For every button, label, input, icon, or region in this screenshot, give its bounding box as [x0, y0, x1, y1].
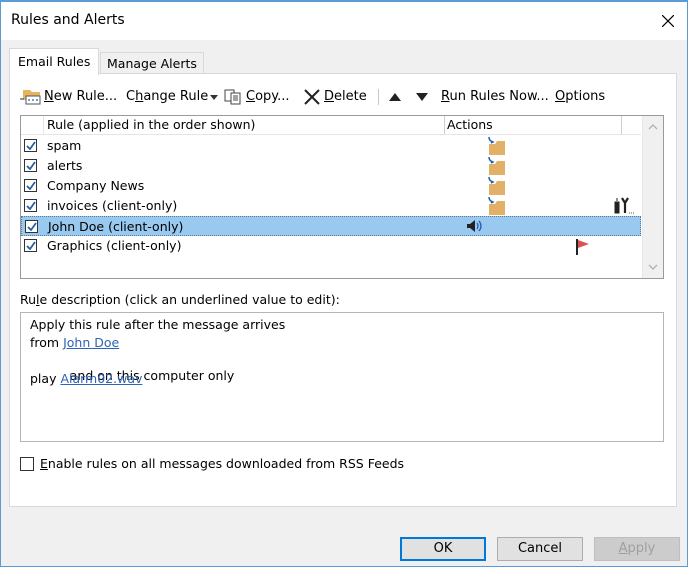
desc-label-prefix: Ru [20, 292, 37, 307]
close-button[interactable] [655, 8, 681, 34]
tab-email-rules[interactable]: Email Rules [9, 48, 100, 75]
rss-checkbox[interactable] [20, 457, 34, 471]
run-rules-label: un Rules Now... [449, 89, 549, 104]
apply-button[interactable]: Apply [594, 537, 680, 561]
delete-x-icon [304, 89, 320, 105]
rule-name: Graphics (client-only) [47, 238, 182, 253]
dialog-title: Rules and Alerts [11, 12, 125, 28]
options-label: ptions [565, 89, 606, 104]
checkmark-icon [27, 222, 37, 231]
rules-list[interactable]: Rule (applied in the order shown) Action… [20, 115, 664, 279]
play-sound-icon [467, 220, 482, 232]
apply-label: pply [627, 541, 656, 556]
rules-list-scrollbar[interactable] [642, 116, 663, 278]
toolbar-separator [378, 89, 379, 105]
change-rule-label: ange Rule [143, 89, 209, 104]
rule-name: alerts [47, 158, 83, 173]
description-text: play [30, 371, 61, 386]
new-rule-label: ew Rule... [53, 89, 118, 104]
move-down-button[interactable] [415, 86, 429, 108]
move-up-icon [389, 93, 401, 101]
checkmark-icon [26, 201, 36, 210]
rule-checkbox[interactable] [24, 199, 37, 212]
delete-accel: D [324, 89, 335, 104]
new-rule-icon [20, 90, 41, 105]
rule-name: John Doe (client-only) [48, 219, 184, 234]
scroll-up-icon[interactable] [648, 122, 658, 132]
scroll-down-icon[interactable] [648, 262, 658, 272]
rule-checkbox[interactable] [24, 239, 37, 252]
rule-checkbox[interactable] [24, 139, 37, 152]
description-line: play Alarm02.wav [30, 371, 142, 386]
options-accel: O [555, 89, 566, 104]
sender-link[interactable]: John Doe [63, 335, 119, 350]
desc-label-rest: e description (click an underlined value… [39, 292, 340, 307]
move-to-folder-icon [488, 196, 505, 215]
rule-row[interactable]: alerts [21, 156, 641, 176]
header-filler [621, 116, 642, 134]
description-text: Apply this rule after the message arrive… [30, 317, 286, 332]
rule-description-box: Apply this rule after the message arrive… [20, 312, 664, 442]
change-rule-prefix: C [126, 89, 136, 104]
cancel-button[interactable]: Cancel [497, 537, 583, 561]
rules-and-alerts-dialog: Rules and Alerts Email Rules Manage Aler… [0, 0, 688, 567]
dropdown-arrow-icon [210, 95, 218, 100]
tab-manage-alerts[interactable]: Manage Alerts [100, 52, 204, 74]
checkmark-icon [26, 141, 36, 150]
rule-description-label: Rule description (click an underlined va… [20, 292, 340, 307]
checkmark-icon [26, 241, 36, 250]
description-line: Apply this rule after the message arrive… [30, 317, 285, 332]
rule-name: spam [47, 138, 82, 153]
options-button[interactable]: Options [555, 86, 605, 108]
copy-accel: C [246, 89, 256, 104]
rss-checkbox-label: Enable rules on all messages downloaded … [40, 456, 404, 471]
run-rules-now-button[interactable]: Run Rules Now... [441, 86, 549, 108]
move-down-icon [416, 93, 428, 101]
close-icon [662, 15, 674, 27]
rule-name: invoices (client-only) [47, 198, 178, 213]
column-header-actions[interactable]: Actions [444, 116, 493, 134]
rss-label-text: nable rules on all messages downloaded f… [47, 456, 405, 471]
header-checkbox-column [21, 116, 44, 134]
list-header: Rule (applied in the order shown) Action… [21, 116, 641, 135]
rule-row[interactable]: invoices (client-only) [21, 196, 641, 216]
checkmark-icon [26, 181, 36, 190]
apply-accel: A [618, 541, 628, 556]
change-rule-button[interactable]: Change Rule [126, 86, 218, 108]
copy-icon [224, 89, 241, 105]
new-rule-accel: N [44, 89, 54, 104]
rule-row[interactable]: Company News [21, 176, 641, 196]
rss-accel: E [40, 456, 48, 471]
checkmark-icon [26, 161, 36, 170]
rule-name: Company News [47, 178, 145, 193]
sound-file-link[interactable]: Alarm02.wav [60, 371, 142, 386]
flag-icon [576, 239, 589, 255]
ok-button[interactable]: OK [400, 537, 486, 561]
rule-row[interactable]: Graphics (client-only) [21, 236, 641, 256]
move-to-folder-icon [488, 156, 505, 175]
rule-row[interactable]: spam [21, 136, 641, 156]
description-text: from [30, 335, 64, 350]
rule-checkbox[interactable] [25, 220, 38, 233]
description-line: from John Doe [30, 335, 119, 350]
email-rules-panel: New Rule... Change Rule Copy... Delete R… [9, 73, 677, 507]
rule-checkbox[interactable] [24, 159, 37, 172]
title-bar: Rules and Alerts [1, 2, 687, 40]
delete-label: elete [334, 89, 367, 104]
rule-row-selected[interactable]: John Doe (client-only) [21, 216, 641, 236]
column-header-rule[interactable]: Rule (applied in the order shown) [47, 117, 255, 132]
move-to-folder-icon [488, 176, 505, 195]
copy-label: opy... [255, 89, 290, 104]
move-up-button[interactable] [388, 86, 402, 108]
rule-checkbox[interactable] [24, 179, 37, 192]
move-to-folder-icon [488, 136, 505, 155]
custom-action-icon [614, 197, 634, 214]
